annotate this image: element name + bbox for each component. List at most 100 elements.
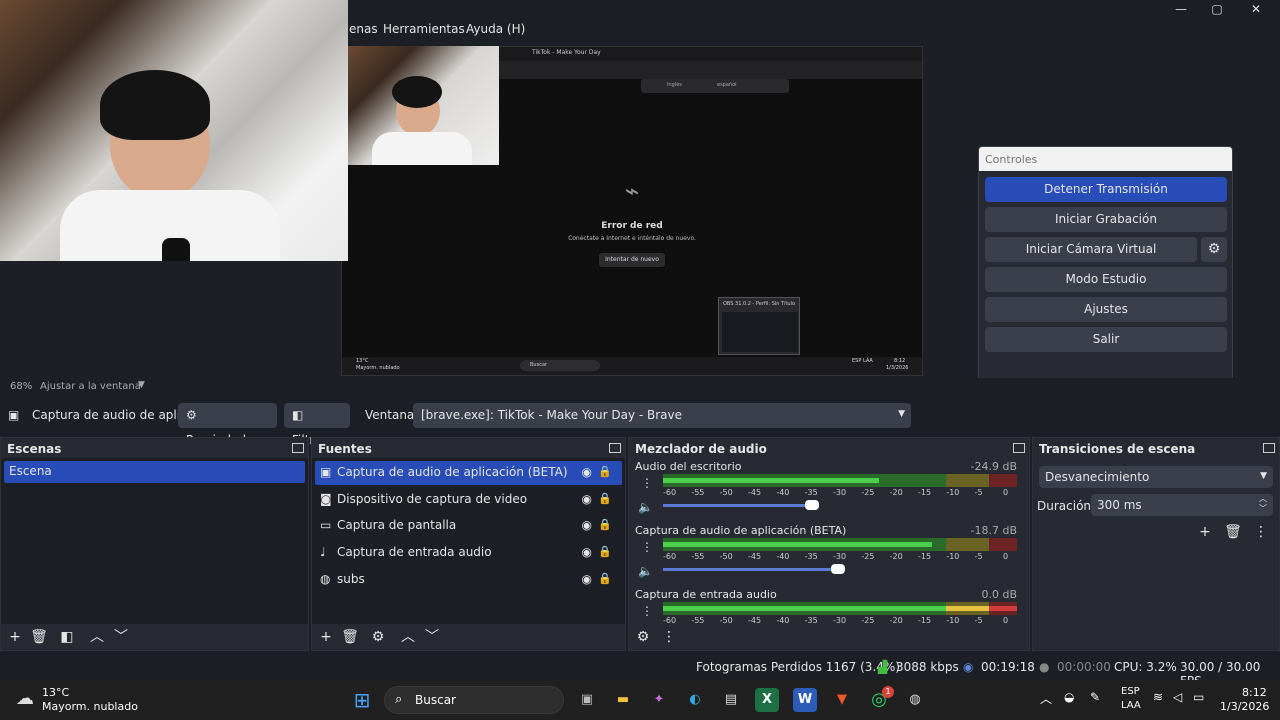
speaker-icon[interactable]: 🔈 xyxy=(638,500,653,514)
menu-dots-icon[interactable]: ⋮ xyxy=(641,476,653,490)
lock-icon[interactable]: 🔒 xyxy=(598,572,612,585)
menu-tools[interactable]: Herramientas xyxy=(383,22,465,36)
menu-dots-icon[interactable]: ⋮ xyxy=(1251,522,1271,542)
start-recording-button[interactable]: Iniciar Grabación xyxy=(985,207,1227,232)
source-item[interactable]: ◍ subs ◉ 🔒 xyxy=(315,568,622,592)
studio-mode-button[interactable]: Modo Estudio xyxy=(985,267,1227,292)
inner-date: 1/3/2026 xyxy=(886,365,909,371)
chevron-up-icon[interactable]: ︿ xyxy=(1040,690,1052,707)
weather-temp[interactable]: 13°C xyxy=(42,686,69,699)
inner-search: Buscar xyxy=(530,362,548,368)
transition-select[interactable]: Desvanecimiento ▼ xyxy=(1039,466,1273,488)
chevron-down-icon[interactable]: ▼ xyxy=(138,380,145,390)
lock-icon[interactable]: 🔒 xyxy=(598,518,612,531)
volume-fader[interactable] xyxy=(663,504,813,507)
filter-icon[interactable]: ◧ xyxy=(57,627,77,647)
trash-icon[interactable]: 🗑 xyxy=(340,627,360,647)
store-icon[interactable]: ▤ xyxy=(719,688,743,712)
brave-icon[interactable]: ▼ xyxy=(830,688,854,712)
menu-dots-icon[interactable]: ⋮ xyxy=(641,604,653,618)
source-item[interactable]: ▣ Captura de audio de aplicación (BETA) … xyxy=(315,461,622,485)
keyboard-layout[interactable]: LAA xyxy=(1121,700,1141,711)
advanced-audio-icon[interactable]: ⚙ xyxy=(633,627,653,647)
float-dock-icon[interactable] xyxy=(1263,443,1275,453)
move-down-icon[interactable]: ﹀ xyxy=(111,627,131,647)
wifi-icon[interactable]: ≋ xyxy=(1153,690,1163,704)
obs-thumbnail: OBS 31.0.2 - Perfil: Sin Título xyxy=(718,297,800,355)
gear-icon[interactable]: ⚙ xyxy=(368,627,388,647)
copilot-icon[interactable]: ✦ xyxy=(647,688,671,712)
lang-tab: Inglés xyxy=(667,82,682,88)
tray-app-icon[interactable]: ◒ xyxy=(1064,690,1074,704)
weather-desc[interactable]: Mayorm. nublado xyxy=(42,700,138,713)
volume-icon[interactable]: ◁ xyxy=(1173,690,1182,704)
file-explorer-icon[interactable]: ▬ xyxy=(611,688,635,712)
start-virtual-cam-button[interactable]: Iniciar Cámara Virtual xyxy=(985,237,1197,262)
scenes-dock: Escenas Escena + 🗑 ◧ ︿ ﹀ xyxy=(0,437,309,651)
camera-icon: ◙ xyxy=(320,492,332,506)
volume-fader[interactable] xyxy=(663,568,839,571)
fader-handle[interactable] xyxy=(805,500,819,510)
fader-handle[interactable] xyxy=(831,564,845,574)
trash-icon[interactable]: 🗑 xyxy=(29,627,49,647)
scale-tick: -10 xyxy=(946,552,960,561)
source-item[interactable]: ▭ Captura de pantalla ◉ 🔒 xyxy=(315,514,622,538)
taskbar-search[interactable]: ⌕ Buscar xyxy=(384,686,564,714)
float-dock-icon[interactable] xyxy=(1013,443,1025,453)
edge-icon[interactable]: ◐ xyxy=(683,688,707,712)
move-up-icon[interactable]: ︿ xyxy=(87,627,107,647)
source-item[interactable]: ♩ Captura de entrada audio ◉ 🔒 xyxy=(315,541,622,565)
source-item[interactable]: ◙ Dispositivo de captura de video ◉ 🔒 xyxy=(315,488,622,512)
properties-button[interactable]: ⚙ Propiedades xyxy=(178,403,277,447)
lock-icon[interactable]: 🔒 xyxy=(598,545,612,558)
task-view-icon[interactable]: ▣ xyxy=(575,688,599,712)
add-icon[interactable]: + xyxy=(316,627,336,647)
menu-dots-icon[interactable]: ⋮ xyxy=(641,540,653,554)
obs-icon[interactable]: ◍ xyxy=(903,688,927,712)
minimize-button[interactable]: — xyxy=(1170,2,1192,18)
add-icon[interactable]: + xyxy=(1195,522,1215,542)
eye-icon[interactable]: ◉ xyxy=(582,492,592,506)
gear-icon[interactable]: ⚙ xyxy=(1201,237,1227,262)
excel-icon[interactable]: X xyxy=(755,688,779,712)
move-up-icon[interactable]: ︿ xyxy=(398,627,418,647)
word-icon[interactable]: W xyxy=(793,688,817,712)
eye-icon[interactable]: ◉ xyxy=(582,465,592,479)
speaker-icon[interactable]: 🔈 xyxy=(638,564,653,578)
tray-pen-icon[interactable]: ✎ xyxy=(1090,690,1100,704)
windows-start-icon[interactable]: ⊞ xyxy=(350,688,374,712)
spinner-icon[interactable]: ︿ ﹀ xyxy=(1259,494,1267,514)
weather-icon[interactable]: ☁ xyxy=(16,688,34,709)
move-down-icon[interactable]: ﹀ xyxy=(422,627,442,647)
menu-help[interactable]: Ayuda (H) xyxy=(466,22,525,36)
clock-date[interactable]: 1/3/2026 xyxy=(1220,700,1269,713)
battery-icon[interactable]: ▭ xyxy=(1193,690,1204,704)
eye-icon[interactable]: ◉ xyxy=(582,518,592,532)
duration-input[interactable]: 300 ms ︿ ﹀ xyxy=(1091,494,1273,516)
menu-scenes[interactable]: enas xyxy=(349,22,378,36)
webcam-feed xyxy=(0,0,348,261)
close-button[interactable]: ✕ xyxy=(1245,2,1267,18)
settings-button[interactable]: Ajustes xyxy=(985,297,1227,322)
eye-icon[interactable]: ◉ xyxy=(582,572,592,586)
clock-time[interactable]: 8:12 xyxy=(1242,686,1267,699)
scene-item[interactable]: Escena xyxy=(4,461,305,483)
stop-streaming-button[interactable]: Detener Transmisión xyxy=(985,177,1227,202)
lock-icon[interactable]: 🔒 xyxy=(598,465,612,478)
filters-button[interactable]: ◧ Filtros xyxy=(284,403,350,447)
maximize-button[interactable]: ▢ xyxy=(1206,2,1228,18)
trash-icon[interactable]: 🗑 xyxy=(1223,522,1243,542)
float-dock-icon[interactable] xyxy=(292,443,304,453)
zoom-fit[interactable]: Ajustar a la ventana xyxy=(40,381,141,392)
add-icon[interactable]: + xyxy=(5,627,25,647)
lock-icon[interactable]: 🔒 xyxy=(598,492,612,505)
float-dock-icon[interactable] xyxy=(609,443,621,453)
exit-button[interactable]: Salir xyxy=(985,327,1227,352)
no-wifi-icon: ⌁ xyxy=(624,177,640,205)
language-indicator[interactable]: ESP xyxy=(1121,686,1140,697)
menu-dots-icon[interactable]: ⋮ xyxy=(659,627,679,647)
eye-icon[interactable]: ◉ xyxy=(582,545,592,559)
lang-tab: español xyxy=(717,82,737,88)
window-select[interactable]: [brave.exe]: TikTok - Make Your Day - Br… xyxy=(413,403,911,428)
channel-db: -18.7 dB xyxy=(970,524,1018,537)
